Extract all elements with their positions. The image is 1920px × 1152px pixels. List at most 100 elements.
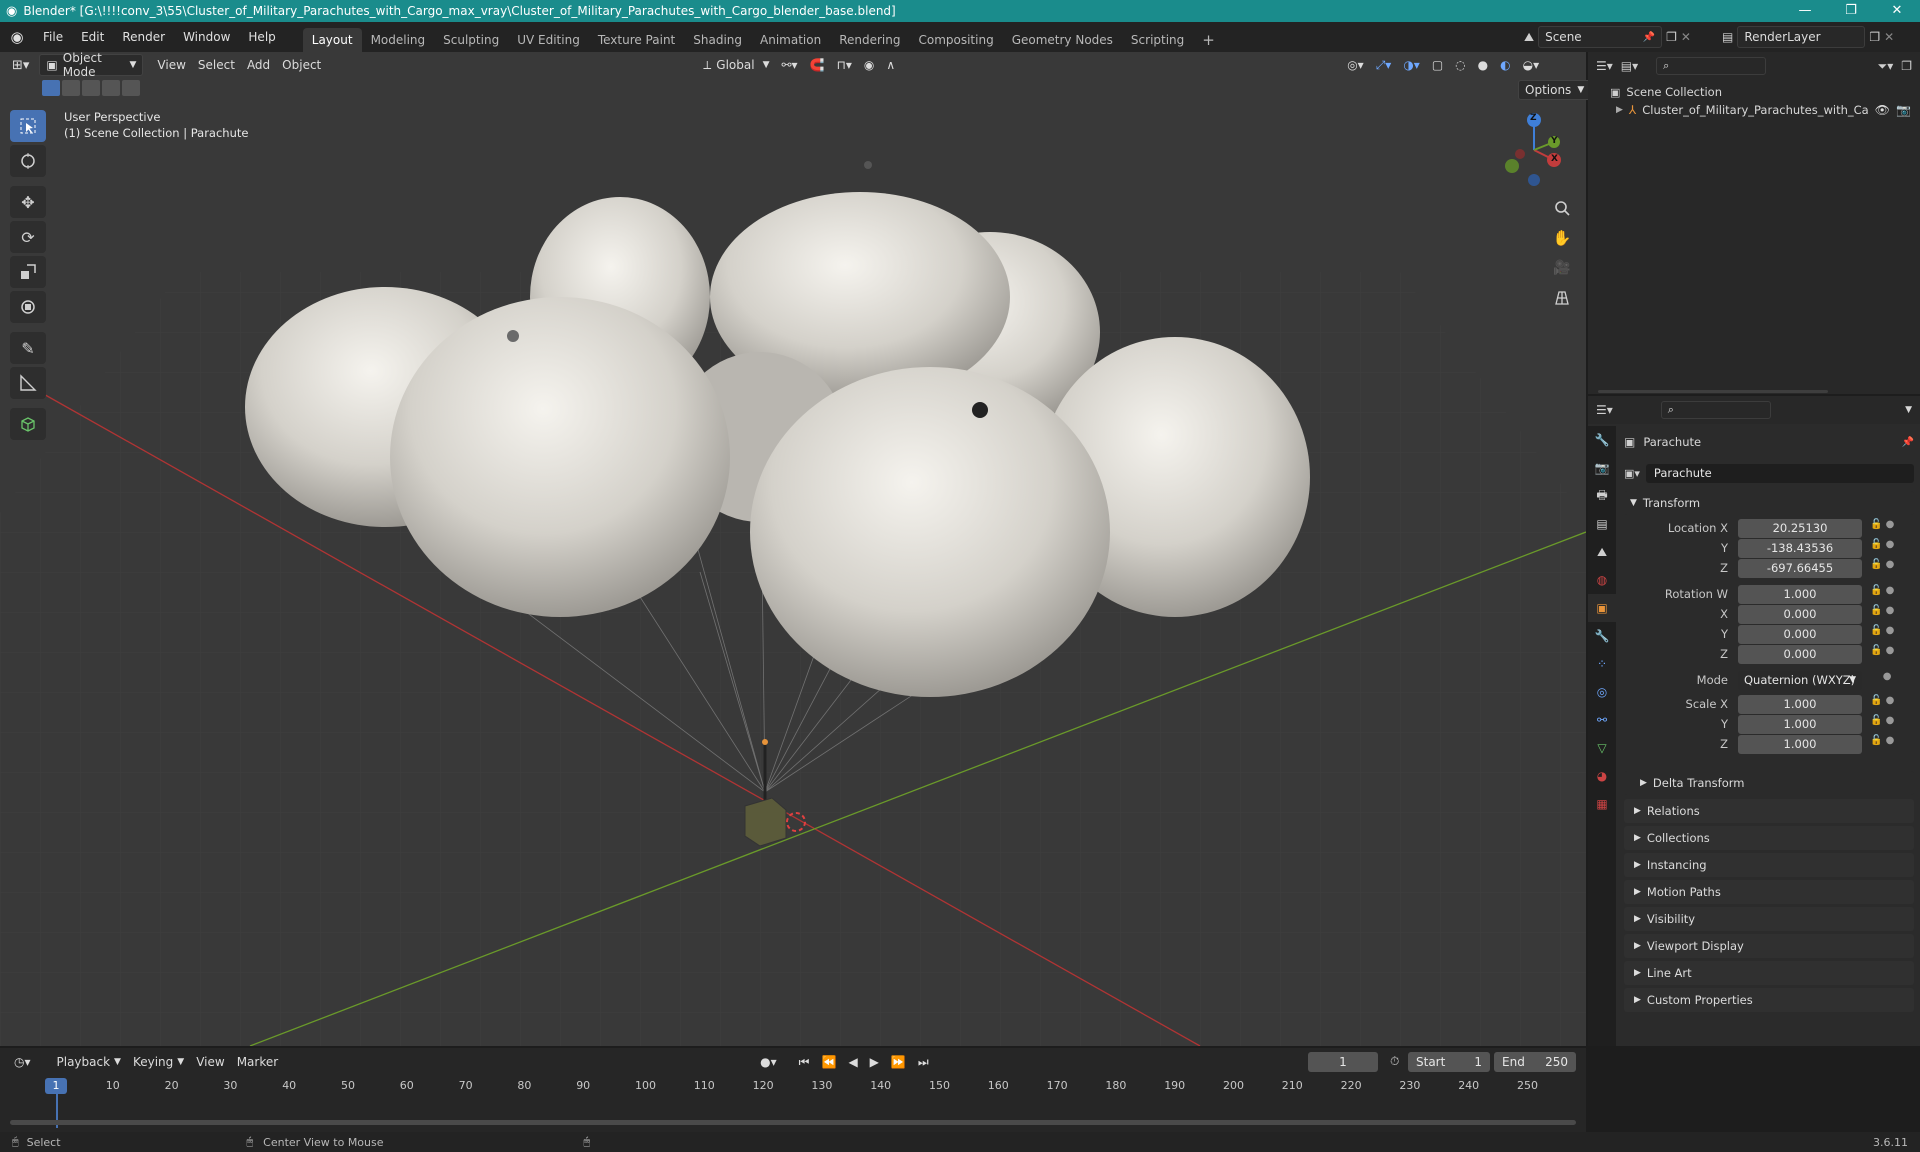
menu-window[interactable]: Window	[174, 30, 239, 44]
location-z-field[interactable]: -697.66455	[1738, 559, 1862, 578]
cursor-tool-icon[interactable]	[10, 145, 46, 177]
tab-sculpting[interactable]: Sculpting	[434, 28, 508, 52]
view-layer-tab-icon[interactable]: ▤	[1588, 510, 1616, 538]
lock-icon[interactable]: 🔓 ●	[1870, 605, 1910, 625]
expand-arrow-icon[interactable]: ▶	[1616, 105, 1623, 115]
transform-orientation-dropdown[interactable]: ⟂ Global ▼	[697, 54, 775, 76]
close-button[interactable]: ✕	[1874, 0, 1920, 22]
tab-layout[interactable]: Layout	[302, 28, 362, 52]
jump-start-icon[interactable]: ⏮	[793, 1051, 816, 1073]
tab-texture-paint[interactable]: Texture Paint	[589, 28, 684, 52]
select-intersect-icon[interactable]	[122, 80, 140, 96]
lock-icon[interactable]: 🔓 ●	[1870, 519, 1910, 539]
render-tab-icon[interactable]: 📷	[1588, 454, 1616, 482]
prev-keyframe-icon[interactable]: ⏪	[815, 1051, 842, 1073]
outliner-root[interactable]: ▣ Scene Collection	[1588, 80, 1920, 100]
data-tab-icon[interactable]: ▽	[1588, 734, 1616, 762]
lock-icon[interactable]: 🔓 ●	[1870, 695, 1910, 715]
timeline-ruler[interactable]: 10 20 30 40 50 60 70 80 90 100 110 120 130 140 150 160 1…	[0, 1076, 1586, 1096]
scene-tab-icon[interactable]: ⛰	[1588, 538, 1616, 566]
transform-tool-icon[interactable]	[10, 291, 46, 323]
tab-rendering[interactable]: Rendering	[830, 28, 909, 52]
transform-panel-header[interactable]: ▼ Transform	[1624, 491, 1914, 515]
motion-paths-panel[interactable]: ▶ Motion Paths	[1624, 880, 1914, 904]
menu-render[interactable]: Render	[113, 30, 174, 44]
move-tool-icon[interactable]: ✥	[10, 186, 46, 218]
add-cube-tool-icon[interactable]	[10, 408, 46, 440]
modifier-tab-icon[interactable]: 🔧	[1588, 622, 1616, 650]
menu-select[interactable]: Select	[192, 54, 241, 76]
annotate-tool-icon[interactable]: ✎	[10, 332, 46, 364]
blender-menu-icon[interactable]: ◉	[0, 28, 34, 46]
keyframe-icon[interactable]: ●	[1870, 671, 1910, 695]
location-y-field[interactable]: -138.43536	[1738, 539, 1862, 558]
next-keyframe-icon[interactable]: ⏩	[885, 1051, 912, 1073]
zoom-icon[interactable]	[1548, 194, 1576, 222]
tab-scripting[interactable]: Scripting	[1122, 28, 1193, 52]
menu-help[interactable]: Help	[239, 30, 284, 44]
rendered-shading-icon[interactable]: ◒▾	[1517, 54, 1546, 76]
scene-icon[interactable]: ⛰	[1524, 30, 1534, 45]
properties-search-input[interactable]: ⌕	[1660, 401, 1771, 419]
tab-shading[interactable]: Shading	[684, 28, 751, 52]
rotation-x-field[interactable]: 0.000	[1738, 605, 1862, 624]
lock-icon[interactable]: 🔓 ●	[1870, 559, 1910, 585]
lock-icon[interactable]: 🔓 ●	[1870, 625, 1910, 645]
outliner-editor-icon[interactable]: ☰▾	[1596, 59, 1613, 73]
new-layer-icon[interactable]: ❐	[1869, 30, 1880, 44]
editor-type-icon[interactable]: ⊞▾	[6, 54, 35, 76]
minimize-button[interactable]: —	[1782, 0, 1828, 22]
tab-modeling[interactable]: Modeling	[362, 28, 435, 52]
tab-uv-editing[interactable]: UV Editing	[508, 28, 589, 52]
lock-icon[interactable]: 🔓 ●	[1870, 585, 1910, 605]
render-camera-icon[interactable]: 📷	[1896, 103, 1911, 117]
menu-file[interactable]: File	[34, 30, 72, 44]
render-layer-field[interactable]: RenderLayer	[1737, 26, 1866, 48]
select-invert-icon[interactable]	[102, 80, 120, 96]
visibility-panel[interactable]: ▶ Visibility	[1624, 907, 1914, 931]
visibility-toggle-icon[interactable]: ◎▾	[1341, 54, 1370, 76]
rotation-y-field[interactable]: 0.000	[1738, 625, 1862, 644]
rotation-mode-dropdown[interactable]: Quaternion (WXYZ) ▼	[1738, 671, 1862, 690]
rotation-z-field[interactable]: 0.000	[1738, 645, 1862, 664]
menu-view[interactable]: View	[151, 54, 191, 76]
custom-properties-panel[interactable]: ▶ Custom Properties	[1624, 988, 1914, 1012]
timeline-editor-icon[interactable]: ◷▾	[8, 1051, 37, 1073]
relations-panel[interactable]: ▶ Relations	[1624, 799, 1914, 823]
pan-hand-icon[interactable]: ✋	[1548, 224, 1576, 252]
lock-icon[interactable]: 🔓 ●	[1870, 645, 1910, 671]
maximize-button[interactable]: ❐	[1828, 0, 1874, 22]
scale-y-field[interactable]: 1.000	[1738, 715, 1862, 734]
timeline-scrollbar[interactable]	[10, 1120, 1576, 1125]
visibility-eye-icon[interactable]: 👁	[1875, 103, 1890, 117]
texture-tab-icon[interactable]: ▦	[1588, 790, 1616, 818]
stopwatch-icon[interactable]: ⏱	[1390, 1054, 1399, 1069]
new-scene-icon[interactable]: ❐	[1666, 30, 1677, 44]
mode-dropdown[interactable]: ▣ Object Mode ▼	[39, 51, 144, 79]
options-dropdown[interactable]: Options ▼	[1518, 80, 1592, 100]
solid-shading-icon[interactable]: ●	[1472, 54, 1494, 76]
delete-layer-icon[interactable]: ✕	[1884, 30, 1894, 44]
filter-icon[interactable]: ⏷▾	[1878, 59, 1894, 74]
start-frame-field[interactable]: Start 1	[1408, 1052, 1490, 1072]
rotation-w-field[interactable]: 1.000	[1738, 585, 1862, 604]
lock-icon[interactable]: 🔓 ●	[1870, 715, 1910, 735]
select-box-tool[interactable]	[10, 110, 46, 142]
menu-object[interactable]: Object	[276, 54, 327, 76]
new-collection-icon[interactable]: ❐	[1901, 59, 1912, 73]
navigation-gizmo[interactable]: Z X Y	[1496, 110, 1576, 190]
add-workspace-icon[interactable]: +	[1193, 28, 1224, 52]
delta-transform-panel[interactable]: ▶ Delta Transform	[1624, 771, 1914, 795]
delete-scene-icon[interactable]: ✕	[1681, 30, 1691, 44]
properties-editor-icon[interactable]: ☰▾	[1596, 403, 1613, 417]
instancing-panel[interactable]: ▶ Instancing	[1624, 853, 1914, 877]
snap-icon[interactable]: 🧲	[804, 54, 831, 76]
playback-menu[interactable]: Playback ▼	[51, 1051, 127, 1073]
keying-menu[interactable]: Keying ▼	[127, 1051, 190, 1073]
falloff-icon[interactable]: ∧	[880, 54, 901, 76]
current-frame-field[interactable]: 1	[1308, 1052, 1378, 1072]
lock-icon[interactable]: 🔓 ●	[1870, 735, 1910, 755]
xray-icon[interactable]: ▢	[1426, 54, 1449, 76]
select-new-icon[interactable]	[42, 80, 60, 96]
scale-x-field[interactable]: 1.000	[1738, 695, 1862, 714]
